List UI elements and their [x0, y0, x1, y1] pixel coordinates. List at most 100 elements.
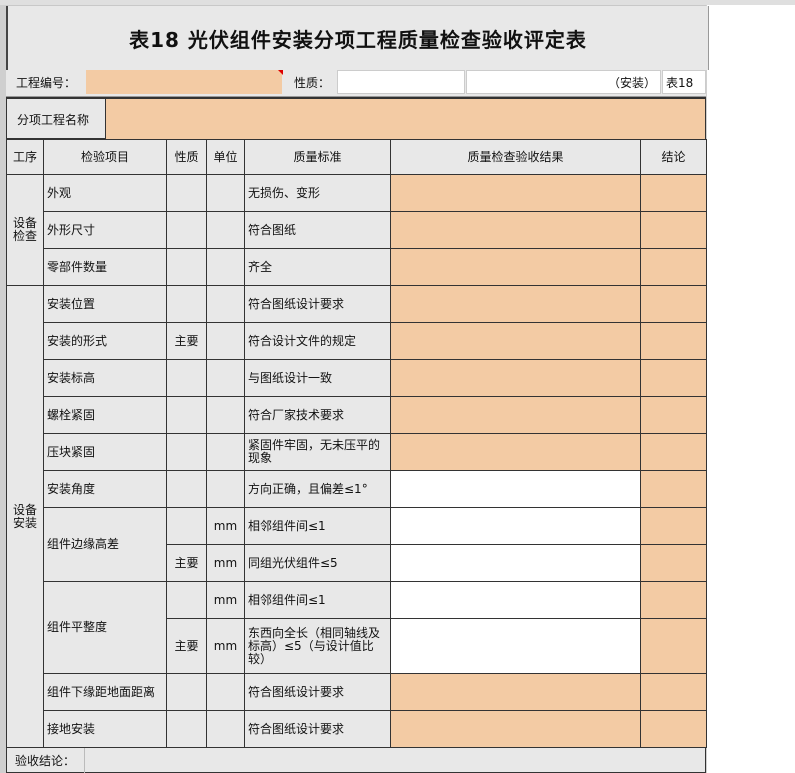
unit-cell — [206, 396, 245, 434]
header-conclusion: 结论 — [640, 139, 707, 175]
conclusion-input[interactable] — [640, 285, 707, 323]
nature-cell — [166, 359, 207, 397]
result-input[interactable] — [390, 359, 641, 397]
conclusion-input[interactable] — [640, 470, 707, 508]
installation-tag: （安装） — [466, 70, 661, 94]
item-cell: 安装标高 — [43, 359, 167, 397]
conclusion-input[interactable] — [640, 581, 707, 619]
project-no-label: 工程编号： — [16, 75, 77, 90]
table-row: 压块紧固 紧固件牢固，无未压平的现象 — [7, 433, 707, 471]
conclusion-input[interactable] — [640, 211, 707, 249]
result-input[interactable] — [390, 710, 641, 748]
subproject-name-input[interactable] — [106, 99, 705, 139]
nature-cell — [166, 470, 207, 508]
result-input[interactable] — [390, 544, 641, 582]
standard-cell: 紧固件牢固，无未压平的现象 — [244, 433, 391, 471]
nature-cell — [166, 507, 207, 545]
table-row: 组件下缘距地面距离 符合图纸设计要求 — [7, 673, 707, 711]
conclusion-input[interactable] — [640, 322, 707, 360]
unit-cell — [206, 359, 245, 397]
result-input[interactable] — [390, 507, 641, 545]
result-input[interactable] — [390, 322, 641, 360]
nature-input[interactable] — [337, 70, 465, 94]
conclusion-input[interactable] — [640, 396, 707, 434]
result-input[interactable] — [390, 174, 641, 212]
table-row: 外形尺寸 符合图纸 — [7, 211, 707, 249]
unit-cell — [206, 285, 245, 323]
acceptance-label: 验收结论： — [7, 748, 85, 773]
conclusion-input[interactable] — [640, 359, 707, 397]
unit-cell: mm — [206, 544, 245, 582]
conclusion-input[interactable] — [640, 248, 707, 286]
table-header-row: 工序 检验项目 性质 单位 质量标准 质量检查验收结果 结论 — [6, 139, 707, 175]
table-row: 安装的形式 主要 符合设计文件的规定 — [7, 322, 707, 360]
conclusion-input[interactable] — [640, 618, 707, 674]
item-cell: 组件边缘高差 — [43, 507, 167, 582]
result-input[interactable] — [390, 285, 641, 323]
conclusion-input[interactable] — [640, 710, 707, 748]
unit-cell: mm — [206, 581, 245, 619]
unit-cell — [206, 211, 245, 249]
comment-marker-icon — [278, 70, 283, 75]
table-number: 表18 — [662, 70, 706, 94]
header-result: 质量检查验收结果 — [390, 139, 641, 175]
unit-cell — [206, 710, 245, 748]
nature-cell — [166, 581, 207, 619]
project-no-input[interactable] — [86, 70, 282, 94]
table-row: 组件平整度 mm 相邻组件间≤1 — [7, 581, 707, 674]
conclusion-input[interactable] — [640, 174, 707, 212]
unit-cell — [206, 433, 245, 471]
unit-cell — [206, 673, 245, 711]
conclusion-input[interactable] — [640, 433, 707, 471]
result-input[interactable] — [390, 618, 641, 674]
result-input[interactable] — [390, 433, 641, 471]
conclusion-input[interactable] — [640, 673, 707, 711]
conclusion-input[interactable] — [640, 507, 707, 545]
unit-cell — [206, 248, 245, 286]
table-row: 设备 检查 外观 无损伤、变形 — [6, 174, 707, 286]
table-row: 安装角度 方向正确，且偏差≤1° — [7, 470, 707, 508]
conclusion-input[interactable] — [640, 544, 707, 582]
nature-cell: 主要 — [166, 544, 207, 582]
nature-cell — [166, 710, 207, 748]
standard-cell: 相邻组件间≤1 — [244, 507, 391, 545]
standard-cell: 符合图纸设计要求 — [244, 710, 391, 748]
nature-cell — [166, 433, 207, 471]
result-input[interactable] — [390, 581, 641, 619]
unit-cell — [206, 322, 245, 360]
standard-cell: 同组光伏组件≤5 — [244, 544, 391, 582]
nature-cell: 主要 — [166, 322, 207, 360]
nature-cell: 主要 — [166, 618, 207, 674]
item-cell: 组件下缘距地面距离 — [43, 673, 167, 711]
standard-cell: 齐全 — [244, 248, 391, 286]
unit-cell: mm — [206, 507, 245, 545]
item-cell: 外观 — [43, 174, 167, 212]
standard-cell: 相邻组件间≤1 — [244, 581, 391, 619]
table-row: 零部件数量 齐全 — [7, 248, 707, 286]
form-title: 表18 光伏组件安装分项工程质量检查验收评定表 — [6, 6, 709, 70]
group-equipment-installation: 设备 安装 — [6, 285, 44, 748]
table-row: 接地安装 符合图纸设计要求 — [7, 710, 707, 748]
unit-cell: mm — [206, 618, 245, 674]
standard-cell: 方向正确，且偏差≤1° — [244, 470, 391, 508]
item-cell: 外形尺寸 — [43, 211, 167, 249]
nature-cell — [166, 248, 207, 286]
group-equipment-inspection: 设备 检查 — [6, 174, 44, 286]
unit-cell — [206, 174, 245, 212]
result-input[interactable] — [390, 396, 641, 434]
item-cell: 安装位置 — [43, 285, 167, 323]
item-cell: 安装角度 — [43, 470, 167, 508]
result-input[interactable] — [390, 248, 641, 286]
nature-cell — [166, 211, 207, 249]
standard-cell: 符合图纸 — [244, 211, 391, 249]
subproject-row: 分项工程名称 — [6, 97, 706, 139]
result-input[interactable] — [390, 211, 641, 249]
nature-label: 性质： — [294, 75, 331, 90]
result-input[interactable] — [390, 673, 641, 711]
standard-cell: 符合厂家技术要求 — [244, 396, 391, 434]
table-row: 设备 安装 安装位置 符合图纸设计要求 — [6, 285, 707, 748]
acceptance-input[interactable] — [85, 748, 705, 773]
result-input[interactable] — [390, 470, 641, 508]
standard-cell: 无损伤、变形 — [244, 174, 391, 212]
header-nature: 性质 — [166, 139, 207, 175]
